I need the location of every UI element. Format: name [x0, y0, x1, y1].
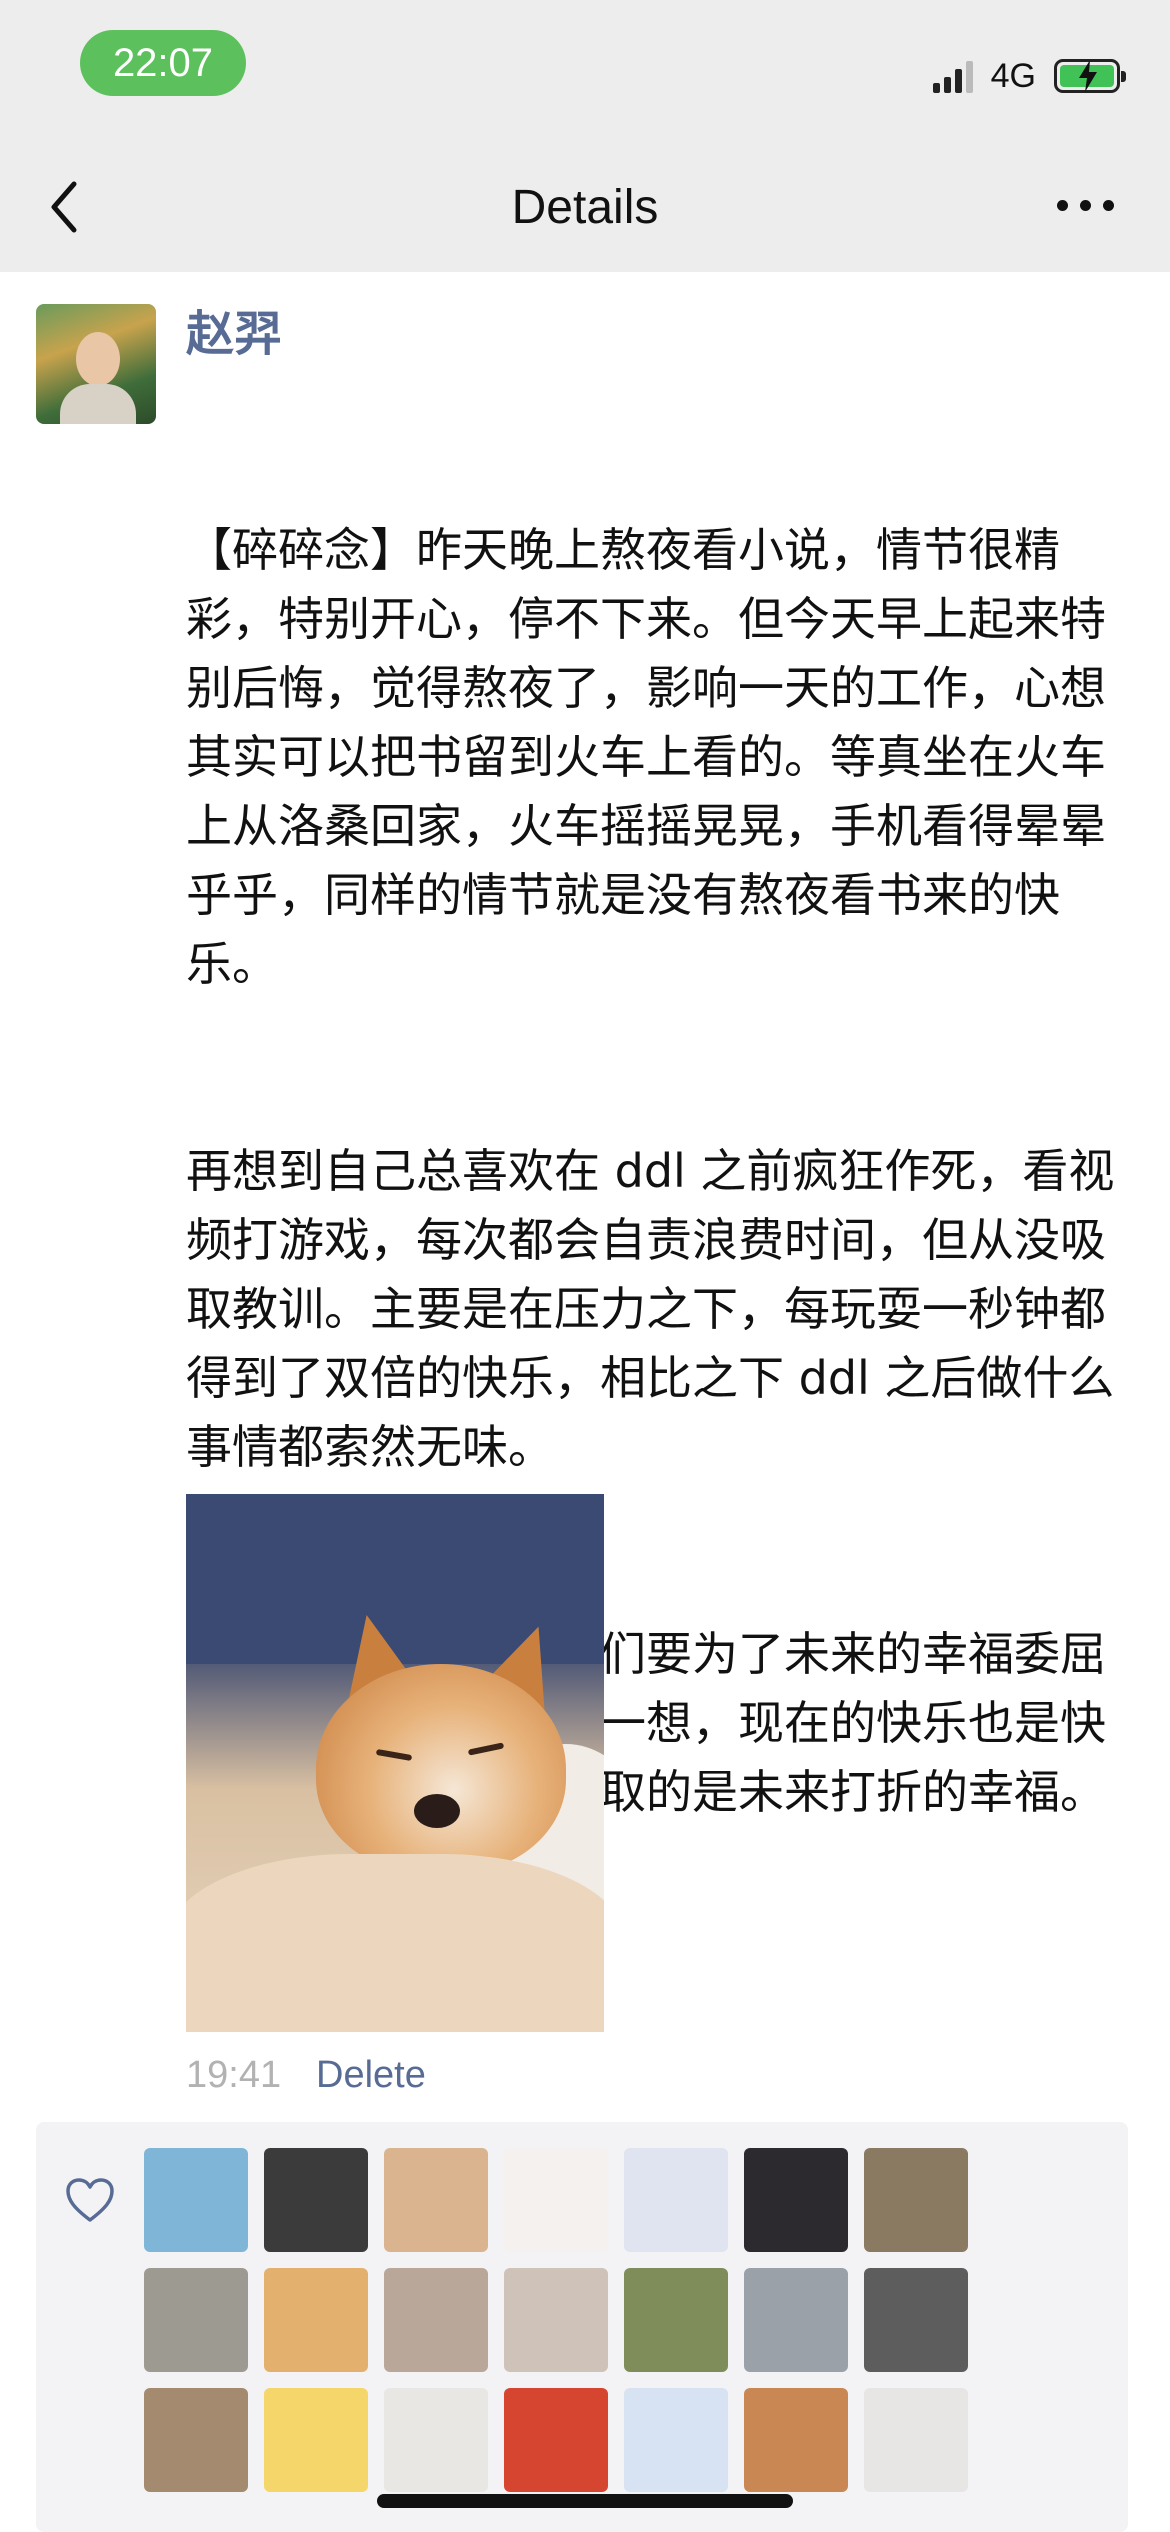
liker-avatar[interactable] [744, 2268, 848, 2372]
liker-avatar[interactable] [864, 2388, 968, 2492]
author-name[interactable]: 赵羿 [186, 302, 282, 366]
liker-avatar[interactable] [384, 2268, 488, 2372]
post-time: 19:41 [186, 2054, 282, 2096]
liker-avatar[interactable] [144, 2388, 248, 2492]
liker-avatar[interactable] [744, 2148, 848, 2252]
author-avatar[interactable] [36, 304, 156, 424]
liker-avatar[interactable] [264, 2268, 368, 2372]
liker-avatar[interactable] [384, 2148, 488, 2252]
liker-avatar[interactable] [504, 2268, 608, 2372]
liker-avatar[interactable] [504, 2388, 608, 2492]
liker-avatar[interactable] [864, 2148, 968, 2252]
network-type: 4G [990, 56, 1036, 95]
liker-avatar[interactable] [264, 2388, 368, 2492]
likes-panel [36, 2122, 1128, 2532]
liker-avatar[interactable] [264, 2148, 368, 2252]
top-bar: 22:07 4G Details [0, 0, 1170, 272]
post-paragraph-1: 【碎碎念】昨天晚上熬夜看小说，情节很精彩，特别开心，停不下来。但今天早上起来特别… [186, 523, 1106, 991]
liker-avatar[interactable] [624, 2148, 728, 2252]
signal-icon [932, 59, 973, 93]
liker-avatar[interactable] [864, 2268, 968, 2372]
more-dots-icon[interactable] [1057, 200, 1114, 211]
liker-avatar[interactable] [504, 2148, 608, 2252]
battery-charging-icon [1054, 59, 1126, 93]
home-indicator [377, 2494, 793, 2508]
liker-avatar[interactable] [384, 2388, 488, 2492]
liker-avatar[interactable] [144, 2148, 248, 2252]
status-icons: 4G [932, 48, 1126, 104]
heart-outline-icon [66, 2178, 114, 2222]
liker-avatar[interactable] [624, 2268, 728, 2372]
delete-button[interactable]: Delete [316, 2050, 426, 2100]
post-photo[interactable] [186, 1494, 604, 2032]
liked-users-grid [144, 2148, 968, 2492]
page-title: Details [511, 181, 659, 234]
liker-avatar[interactable] [144, 2268, 248, 2372]
post-paragraph-2: 再想到自己总喜欢在 ddl 之前疯狂作死，看视频打游戏，每次都会自责浪费时间，但… [186, 1144, 1115, 1474]
liker-avatar[interactable] [744, 2388, 848, 2492]
status-time: 22:07 [80, 30, 246, 96]
liker-avatar[interactable] [624, 2388, 728, 2492]
